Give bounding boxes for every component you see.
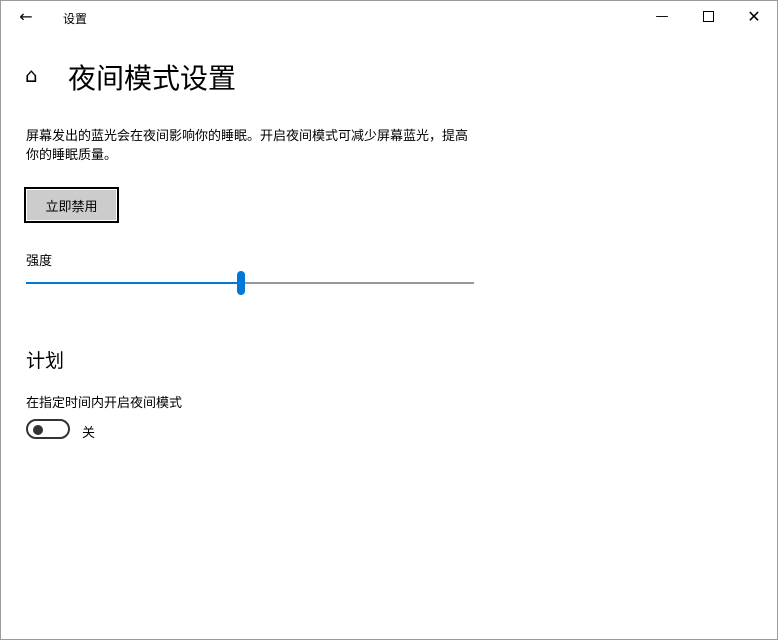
schedule-heading: 计划 (26, 350, 65, 372)
arrow-left-icon: ← (19, 7, 33, 26)
slider-thumb[interactable] (237, 271, 246, 295)
schedule-toggle[interactable] (26, 419, 70, 439)
schedule-toggle-label: 在指定时间内开启夜间模式 (26, 396, 183, 411)
title-bar: ← 设置 — ✕ (1, 1, 777, 33)
close-button[interactable]: ✕ (731, 1, 777, 33)
disable-now-button[interactable]: 立即禁用 (24, 187, 119, 223)
page-title: 夜间模式设置 (68, 62, 237, 95)
toggle-knob (33, 425, 43, 435)
app-title: 设置 (63, 12, 88, 26)
strength-label: 强度 (26, 254, 53, 269)
maximize-icon (702, 11, 714, 22)
minimize-button[interactable]: — (639, 1, 685, 33)
slider-fill (26, 282, 242, 284)
minimize-icon: — (655, 9, 669, 24)
home-icon[interactable]: ⌂ (25, 63, 38, 87)
description: 屏幕发出的蓝光会在夜间影响你的睡眠。开启夜间模式可减少屏幕蓝光，提高你的睡眠质量… (26, 129, 469, 163)
close-icon: ✕ (747, 7, 761, 26)
maximize-button[interactable] (685, 1, 731, 33)
back-button[interactable]: ← (11, 5, 41, 29)
settings-window: ← 设置 — ✕ ⌂ 夜间模式设置 屏幕发出的蓝光会在夜间影响你的睡眠。开启夜间… (0, 0, 778, 640)
strength-slider[interactable] (26, 271, 474, 295)
toggle-state: 关 (82, 426, 96, 441)
